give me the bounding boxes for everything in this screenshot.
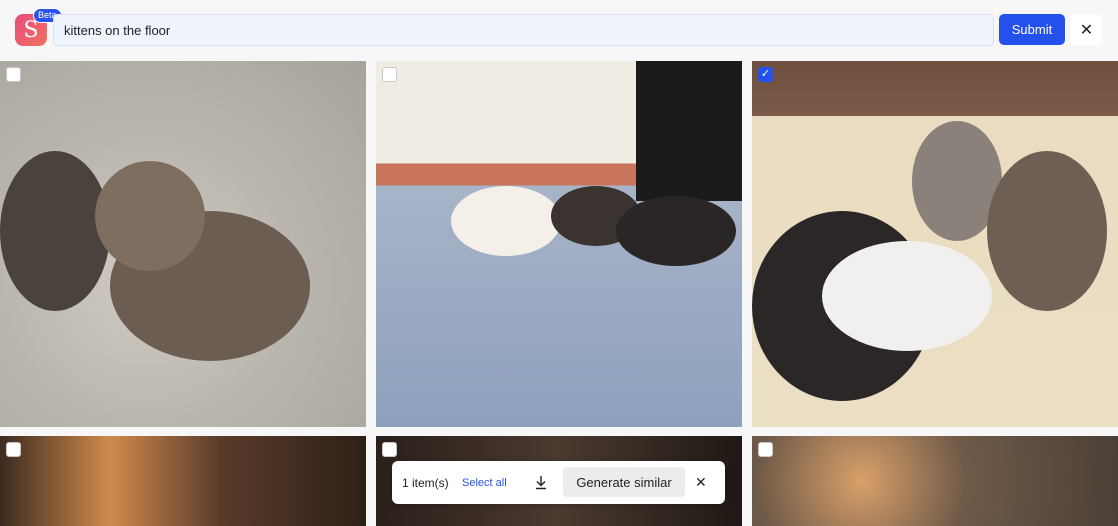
download-icon [536, 476, 546, 490]
image-tile-6[interactable] [752, 436, 1118, 526]
kitten-shape [822, 241, 992, 351]
search-input[interactable] [53, 14, 994, 46]
close-search-button[interactable]: ✕ [1071, 14, 1102, 45]
kitten-shape [616, 196, 736, 266]
select-all-link[interactable]: Select all [462, 477, 507, 489]
image-tile-2[interactable] [376, 61, 742, 427]
image-tile-1[interactable] [0, 61, 366, 427]
close-icon: ✕ [1079, 21, 1094, 39]
kitten-head-shape [95, 161, 205, 271]
kitten-shape [987, 151, 1107, 311]
selection-count: 1 item(s) [402, 475, 449, 490]
download-button[interactable] [532, 474, 550, 492]
select-checkbox[interactable] [382, 442, 397, 457]
select-checkbox[interactable] [382, 67, 397, 82]
image-tile-4[interactable] [0, 436, 366, 526]
kitten-shape [0, 151, 110, 311]
image-tile-3[interactable]: ✓ [752, 61, 1118, 427]
select-checkbox[interactable] [6, 442, 21, 457]
top-bar: S Beta Submit ✕ [0, 0, 1118, 60]
close-icon: ✕ [695, 474, 707, 490]
selection-toolbar: 1 item(s) Select all Generate similar ✕ [392, 461, 725, 504]
submit-button[interactable]: Submit [999, 14, 1065, 45]
kitten-shape [451, 186, 561, 256]
select-checkbox[interactable]: ✓ [758, 67, 773, 82]
doorway-shape [636, 61, 742, 201]
toolbar-close-button[interactable]: ✕ [695, 474, 707, 491]
select-checkbox[interactable] [758, 442, 773, 457]
check-icon: ✓ [760, 68, 771, 80]
select-checkbox[interactable] [6, 67, 21, 82]
generate-similar-button[interactable]: Generate similar [563, 467, 685, 497]
